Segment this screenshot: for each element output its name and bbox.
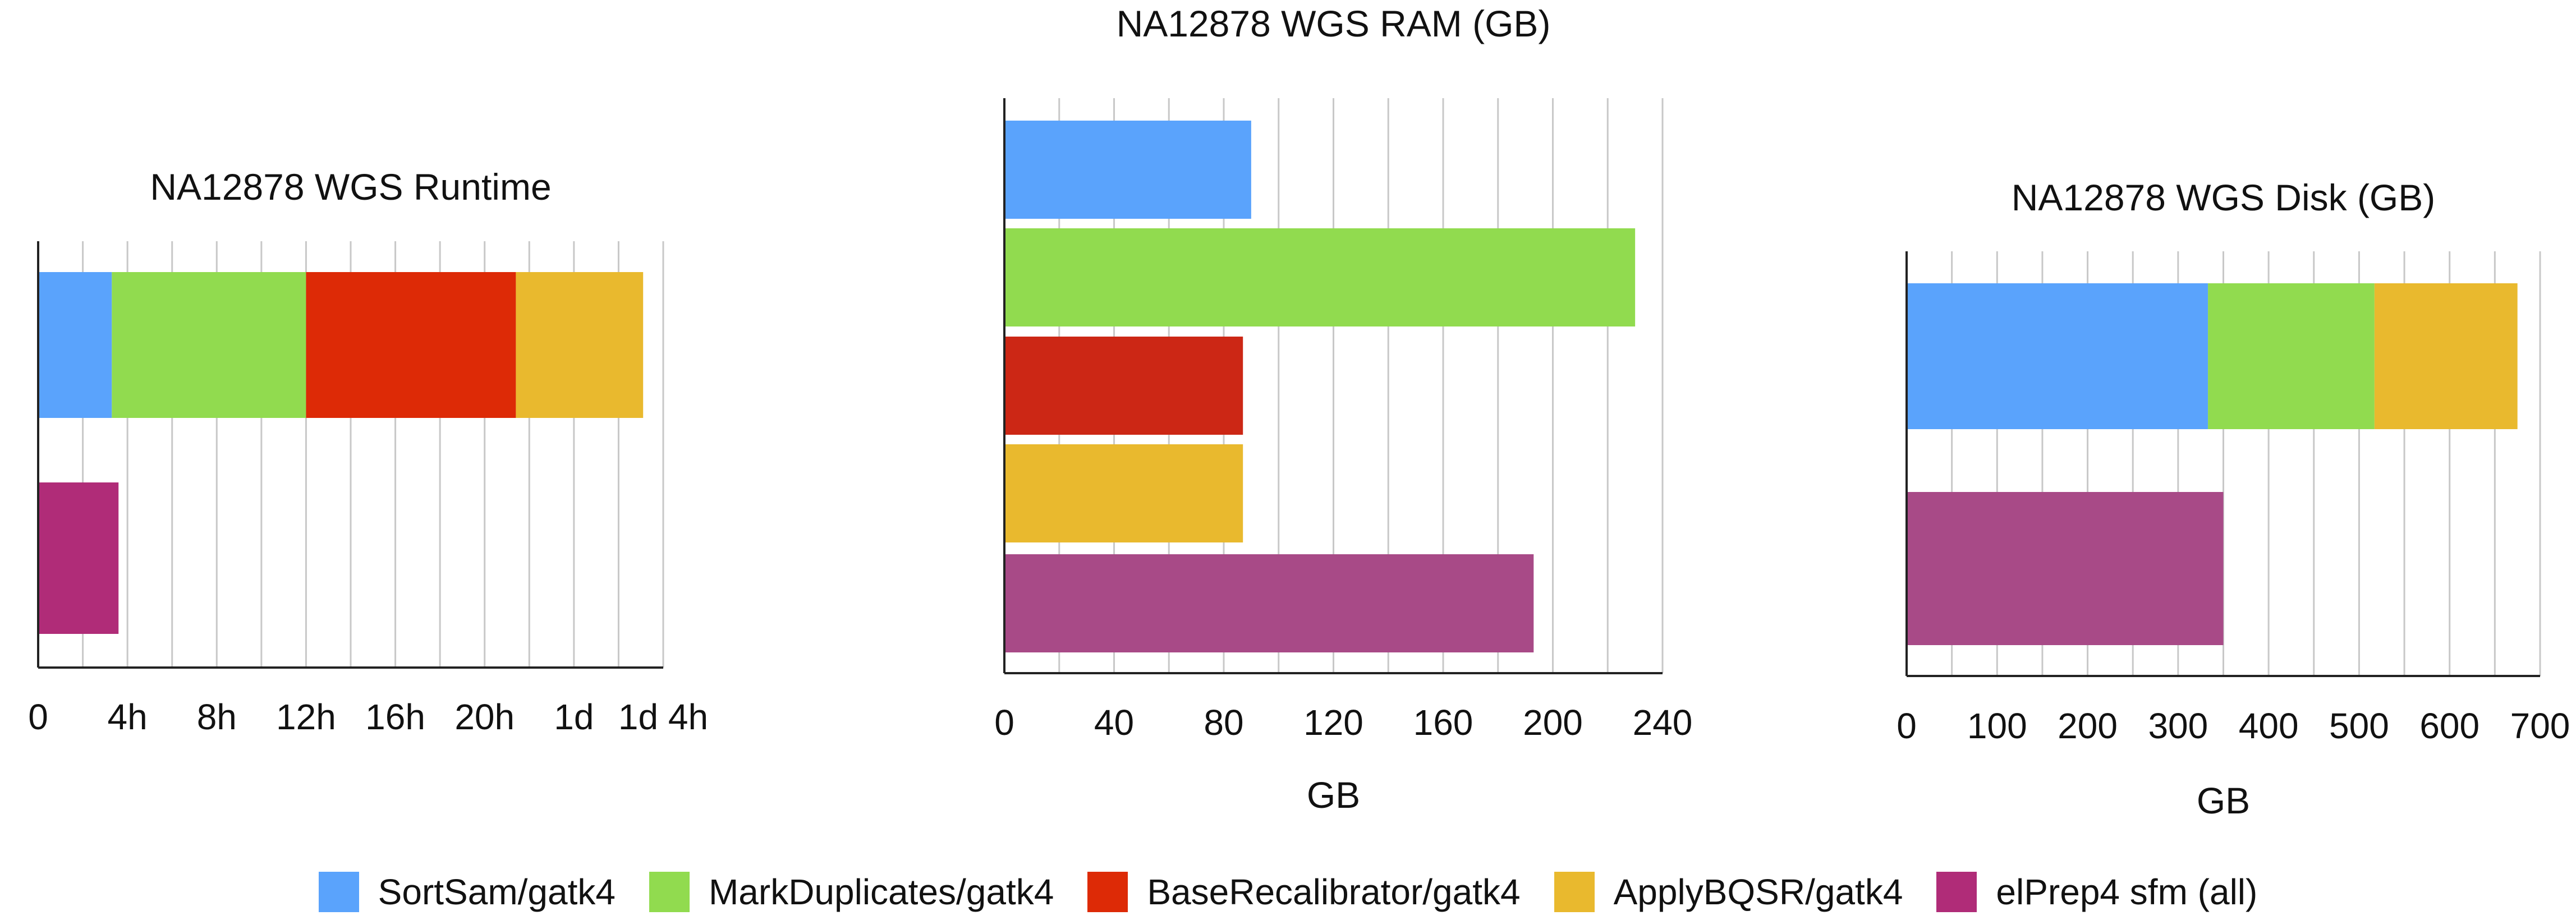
chart-title: NA12878 WGS RAM (GB) (1117, 3, 1551, 44)
legend-label: ApplyBQSR/gatk4 (1613, 872, 1903, 912)
legend-label: BaseRecalibrator/gatk4 (1147, 872, 1521, 912)
runtime-chart: NA12878 WGS Runtime 0 4h 8h 12h 16h 20h 1d 1d 4h (28, 166, 708, 737)
x-tick-label: 160 (1413, 702, 1473, 743)
bar-applybqsr-gatk4 (1004, 444, 1243, 542)
x-tick-label: 100 (1967, 706, 2027, 746)
x-tick-label: 12h (276, 697, 336, 737)
x-tick-label: 300 (2148, 706, 2208, 746)
x-tick-label: 500 (2329, 706, 2389, 746)
bar-applybqsr-gatk4 (2374, 283, 2518, 429)
legend-item-baserecalibrator-gatk4: BaseRecalibrator/gatk4 (1087, 871, 1521, 913)
x-tick-label: 120 (1303, 702, 1363, 743)
bar-sortsam-gatk4 (1004, 121, 1251, 219)
bar-baserecalibrator-gatk4 (306, 272, 516, 418)
bar-baserecalibrator-gatk4 (1004, 337, 1243, 435)
x-tick-label: 200 (2058, 706, 2118, 746)
x-tick-label: 240 (1633, 702, 1693, 743)
legend-label: MarkDuplicates/gatk4 (708, 872, 1054, 912)
chart-title: NA12878 WGS Runtime (150, 166, 551, 208)
legend-swatch (1936, 872, 1977, 912)
bar-elprep4-sfm-all (1004, 554, 1534, 652)
legend-swatch (318, 872, 359, 912)
x-tick-label: 200 (1523, 702, 1583, 743)
x-tick-label: 4h (108, 697, 148, 737)
legend-swatch (649, 872, 690, 912)
x-tick-label: 600 (2419, 706, 2479, 746)
x-tick-label: 400 (2239, 706, 2299, 746)
bar-elprep4-sfm-all (1907, 492, 2224, 645)
x-tick-label: 0 (28, 697, 48, 737)
ram-chart: NA12878 WGS RAM (GB) 0 40 80 120 160 200 240 GB (994, 3, 1692, 816)
x-tick-label: 20h (454, 697, 515, 737)
legend: SortSam/gatk4 MarkDuplicates/gatk4 BaseRec… (0, 864, 2576, 920)
bar-markduplicates-gatk4 (2208, 283, 2375, 429)
bar-markduplicates-gatk4 (1004, 228, 1636, 326)
bar-sortsam-gatk4 (38, 272, 112, 418)
legend-item-markduplicates-gatk4: MarkDuplicates/gatk4 (649, 871, 1054, 913)
legend-swatch (1087, 872, 1128, 912)
legend-label: elPrep4 sfm (all) (1996, 872, 2258, 912)
chart-title: NA12878 WGS Disk (GB) (2012, 177, 2436, 218)
legend-label: SortSam/gatk4 (378, 872, 616, 912)
legend-item-applybqsr-gatk4: ApplyBQSR/gatk4 (1554, 871, 1903, 913)
x-tick-label: 1d 4h (618, 697, 708, 737)
disk-chart: NA12878 WGS Disk (GB) 0 100 200 300 400 500 600… (1897, 177, 2570, 821)
x-tick-label: 0 (994, 702, 1014, 743)
bar-sortsam-gatk4 (1907, 283, 2208, 429)
charts-canvas: NA12878 WGS Runtime 0 4h 8h 12h 16h 20h 1d 1d 4h… (28, 3, 2570, 821)
legend-swatch (1554, 872, 1595, 912)
x-tick-label: 1d (554, 697, 594, 737)
x-axis-label: GB (1307, 774, 1360, 816)
x-tick-label: 8h (197, 697, 237, 737)
x-tick-label: 40 (1094, 702, 1134, 743)
x-tick-label: 700 (2510, 706, 2570, 746)
legend-item-elprep4-sfm-all: elPrep4 sfm (all) (1936, 871, 2257, 913)
x-tick-label: 16h (365, 697, 425, 737)
legend-item-sortsam-gatk4: SortSam/gatk4 (318, 871, 616, 913)
bar-markduplicates-gatk4 (112, 272, 306, 418)
bar-applybqsr-gatk4 (516, 272, 644, 418)
x-tick-label: 80 (1204, 702, 1243, 743)
x-tick-label: 0 (1897, 706, 1917, 746)
x-axis-label: GB (2197, 780, 2250, 821)
bar-elprep4-sfm-all (38, 482, 119, 634)
